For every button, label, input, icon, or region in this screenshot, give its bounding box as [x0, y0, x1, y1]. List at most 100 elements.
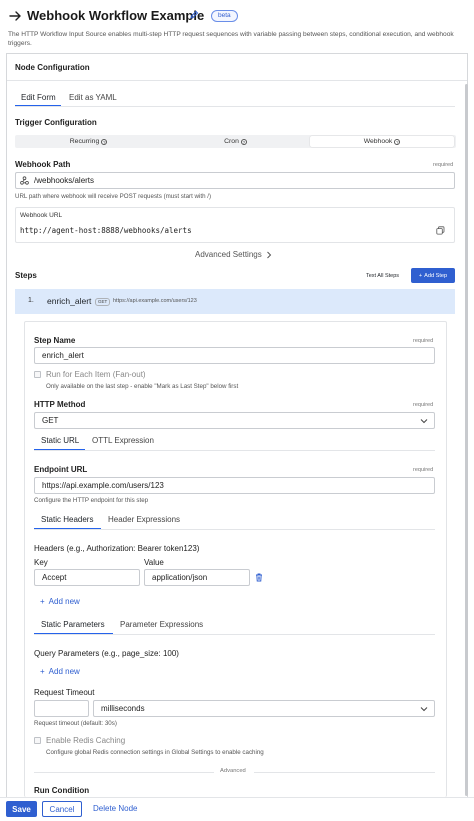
parameter-tabs: Static Parameters Parameter Expressions: [34, 620, 435, 635]
required-indicator: required: [413, 402, 434, 408]
timeout-unit-value: milliseconds: [101, 704, 145, 713]
cancel-button[interactable]: Cancel: [42, 801, 82, 817]
panel-title: Node Configuration: [15, 63, 90, 72]
query-params-label: Query Parameters (e.g., page_size: 100): [34, 649, 179, 658]
divider: [7, 80, 467, 81]
trigger-option-webhook[interactable]: Webhook ?: [310, 136, 454, 147]
webhook-icon: [20, 176, 29, 185]
trigger-option-cron[interactable]: Cron ?: [163, 136, 308, 147]
webhook-path-input[interactable]: /webhooks/alerts: [15, 172, 455, 189]
run-condition-label: Run Condition: [34, 786, 90, 795]
header-key-label: Key: [34, 558, 48, 567]
header-value-input[interactable]: application/json: [144, 569, 250, 586]
redis-caching-label: Enable Redis Caching: [46, 736, 126, 745]
trigger-option-label: Cron: [224, 138, 239, 145]
step-index: 1.: [28, 297, 34, 304]
step-name-label: Step Name: [34, 336, 76, 345]
tab-header-expressions[interactable]: Header Expressions: [108, 515, 180, 524]
editor-tabs: Edit Form Edit as YAML: [15, 93, 455, 107]
delete-node-button[interactable]: Delete Node: [93, 804, 137, 813]
step-name-input[interactable]: enrich_alert: [34, 347, 435, 364]
webhook-url-label: Webhook URL: [20, 212, 63, 219]
plus-icon: +: [40, 667, 45, 676]
tab-baseline: [34, 450, 435, 451]
request-timeout-input[interactable]: [34, 700, 89, 717]
redis-caching-help: Configure global Redis connection settin…: [46, 749, 264, 756]
beta-badge: beta: [211, 10, 238, 22]
header-value-label: Value: [144, 558, 164, 567]
help-icon: ?: [240, 138, 247, 145]
add-header-label: Add new: [48, 597, 80, 606]
tab-baseline: [34, 634, 435, 635]
trigger-option-recurring[interactable]: Recurring ?: [16, 136, 161, 147]
tab-parameter-expressions[interactable]: Parameter Expressions: [120, 620, 203, 629]
trigger-option-label: Recurring: [69, 138, 100, 145]
fanout-help: Only available on the last step - enable…: [46, 383, 239, 390]
advanced-divider-label: Advanced: [220, 768, 246, 774]
pencil-icon[interactable]: [189, 10, 199, 20]
divider: [254, 772, 435, 773]
plus-icon: +: [40, 597, 45, 606]
header-key-input[interactable]: Accept: [34, 569, 140, 586]
tab-edit-form[interactable]: Edit Form: [21, 93, 56, 102]
back-arrow-icon[interactable]: [8, 9, 22, 23]
page-description: The HTTP Workflow Input Source enables m…: [8, 31, 454, 47]
add-query-param-button[interactable]: + Add new: [40, 667, 80, 676]
help-icon: ?: [394, 138, 401, 145]
endpoint-url-help: Configure the HTTP endpoint for this ste…: [34, 497, 149, 504]
plus-icon: +: [418, 272, 423, 279]
fanout-label: Run for Each Item (Fan-out): [46, 370, 146, 379]
tab-static-url[interactable]: Static URL: [41, 436, 79, 445]
chevron-down-icon: [420, 418, 428, 424]
webhook-path-value: /webhooks/alerts: [34, 176, 95, 185]
copy-icon[interactable]: [436, 226, 445, 235]
trigger-segmented-control: Recurring ? Cron ? Webhook ?: [15, 135, 456, 148]
required-indicator: required: [433, 162, 454, 168]
tab-static-parameters[interactable]: Static Parameters: [41, 620, 105, 629]
tab-edit-yaml[interactable]: Edit as YAML: [69, 93, 117, 102]
add-header-button[interactable]: + Add new: [40, 597, 80, 606]
tab-ottl-expression[interactable]: OTTL Expression: [92, 436, 154, 445]
save-button[interactable]: Save: [6, 801, 37, 817]
tab-static-headers[interactable]: Static Headers: [41, 515, 93, 524]
webhook-path-label: Webhook Path: [15, 160, 71, 169]
header-tabs: Static Headers Header Expressions: [34, 515, 435, 530]
required-indicator: required: [413, 467, 434, 473]
endpoint-url-label: Endpoint URL: [34, 465, 88, 474]
help-icon: ?: [101, 138, 108, 145]
add-step-label: Add Step: [424, 272, 448, 279]
http-method-label: HTTP Method: [34, 400, 86, 409]
scrollbar[interactable]: [465, 84, 468, 796]
fanout-checkbox[interactable]: [34, 371, 41, 378]
step-url: https://api.example.com/users/123: [113, 298, 197, 304]
add-step-button[interactable]: + Add Step: [411, 268, 455, 283]
divider: [34, 772, 214, 773]
headers-label: Headers (e.g., Authorization: Bearer tok…: [34, 544, 200, 553]
step-row[interactable]: 1. enrich_alert GET https://api.example.…: [15, 289, 455, 314]
timeout-unit-select[interactable]: milliseconds: [93, 700, 435, 717]
page-title: Webhook Workflow Example: [27, 8, 205, 23]
endpoint-url-input[interactable]: https://api.example.com/users/123: [34, 477, 435, 494]
webhook-url-box: [15, 207, 455, 243]
url-tabs: Static URL OTTL Expression: [34, 436, 435, 451]
webhook-path-help: URL path where webhook will receive POST…: [15, 193, 212, 200]
step-name: enrich_alert: [47, 296, 92, 306]
webhook-url-value: http://agent-host:8888/webhooks/alerts: [20, 226, 192, 235]
http-method-value: GET: [42, 416, 59, 425]
required-indicator: required: [413, 338, 434, 344]
trigger-option-label: Webhook: [363, 138, 393, 145]
chevron-down-icon: [420, 706, 428, 712]
advanced-settings-label: Advanced Settings: [195, 250, 262, 259]
steps-heading: Steps: [15, 271, 37, 280]
tab-baseline: [34, 529, 435, 530]
http-method-select[interactable]: GET: [34, 412, 435, 429]
chevron-right-icon: [266, 251, 272, 259]
redis-caching-checkbox[interactable]: [34, 737, 41, 744]
tab-baseline: [15, 106, 455, 107]
trash-icon[interactable]: [255, 573, 263, 582]
add-query-param-label: Add new: [48, 667, 80, 676]
advanced-settings-toggle[interactable]: Advanced Settings: [195, 250, 272, 259]
method-badge: GET: [95, 298, 111, 306]
text-all-steps-link[interactable]: Text All Steps: [366, 273, 399, 279]
trigger-heading: Trigger Configuration: [15, 118, 97, 127]
